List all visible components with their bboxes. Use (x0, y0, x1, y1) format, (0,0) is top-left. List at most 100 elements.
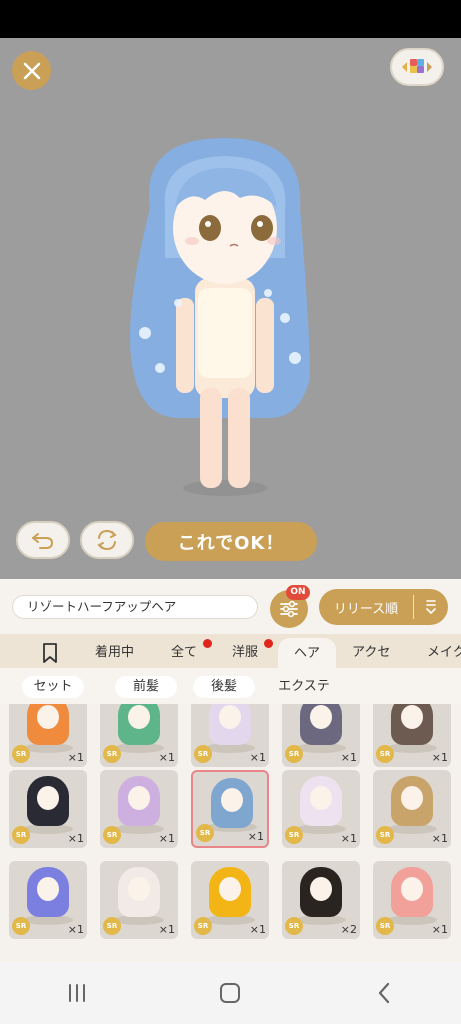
avatar-character (130, 138, 310, 496)
mannequin-face (310, 705, 332, 729)
category-tabs: 着用中 全て 洋服 ヘア アクセ メイク (0, 634, 461, 668)
palette-icon (402, 59, 432, 73)
sort-button[interactable]: リリース順 (319, 589, 448, 625)
mannequin-face (128, 705, 150, 729)
item-quantity: ×1 (431, 751, 448, 764)
sort-label: リリース順 (333, 601, 399, 617)
item-quantity: ×1 (340, 832, 357, 845)
subtab-set[interactable]: セット (22, 676, 84, 698)
mannequin-face (219, 705, 241, 729)
bookmark-icon (43, 643, 57, 663)
item-quantity: ×2 (340, 923, 357, 936)
tab-accessory[interactable]: アクセ (352, 634, 390, 668)
hair-item-tile[interactable]: SR ×1 (282, 704, 360, 767)
item-quantity: ×1 (67, 751, 84, 764)
mannequin-face (401, 786, 423, 810)
hair-item-tile[interactable]: SR ×1 (100, 770, 178, 848)
rarity-badge: SR (376, 917, 394, 935)
subtab-bangs[interactable]: 前髪 (115, 676, 177, 698)
item-panel: リゾートハーフアップヘア ON リリース順 着用中 全て 洋服 ヘア アクセ メ… (0, 579, 461, 962)
undo-icon (32, 533, 54, 549)
hair-item-tile[interactable]: SR ×1 (282, 770, 360, 848)
mannequin-face (37, 786, 59, 810)
tab-clothes[interactable]: 洋服 (232, 634, 258, 668)
item-quantity: ×1 (340, 751, 357, 764)
mannequin-face (37, 705, 59, 729)
rarity-badge: SR (12, 826, 30, 844)
home-button[interactable] (200, 973, 260, 1013)
tab-all[interactable]: 全て (171, 634, 197, 668)
hair-item-tile[interactable]: SR ×1 (373, 704, 451, 767)
recent-apps-button[interactable] (47, 973, 107, 1013)
tab-hair[interactable]: ヘア (278, 638, 336, 668)
rarity-badge: SR (194, 745, 212, 763)
sort-order-icon[interactable] (414, 598, 448, 616)
rarity-badge: SR (12, 745, 30, 763)
rarity-badge: SR (285, 826, 303, 844)
bookmark-tab[interactable] (40, 642, 60, 664)
hair-item-tile[interactable]: SR ×1 (373, 861, 451, 939)
hair-subtabs: セット 前髪 後髪 エクステ (0, 668, 461, 704)
hair-item-tile[interactable]: SR ×1 (100, 861, 178, 939)
item-quantity: ×1 (431, 923, 448, 936)
item-quantity: ×1 (249, 923, 266, 936)
filter-on-badge: ON (286, 585, 310, 600)
rarity-badge: SR (103, 917, 121, 935)
hair-item-tile[interactable]: SR ×2 (282, 861, 360, 939)
mannequin-face (128, 786, 150, 810)
back-button[interactable] (354, 973, 414, 1013)
rarity-badge: SR (103, 826, 121, 844)
status-bar (0, 0, 461, 38)
home-icon (220, 983, 241, 1003)
item-quantity: ×1 (67, 832, 84, 845)
hair-item-tile[interactable]: SR ×1 (373, 770, 451, 848)
hair-item-tile-selected[interactable]: SR ×1 (191, 770, 269, 848)
close-button[interactable] (12, 51, 51, 90)
tab-wearing[interactable]: 着用中 (95, 634, 134, 668)
item-quantity: ×1 (67, 923, 84, 936)
hair-item-tile[interactable]: SR ×1 (191, 704, 269, 767)
rarity-badge: SR (285, 745, 303, 763)
hair-item-tile[interactable]: SR ×1 (191, 861, 269, 939)
rarity-badge: SR (12, 917, 30, 935)
close-icon (23, 62, 40, 79)
item-quantity: ×1 (247, 830, 264, 843)
sliders-icon (280, 600, 298, 618)
subtab-back-hair[interactable]: 後髪 (193, 676, 255, 698)
rarity-badge: SR (194, 917, 212, 935)
rarity-badge: SR (196, 824, 214, 842)
tab-makeup[interactable]: メイク (427, 634, 461, 668)
undo-button[interactable] (16, 521, 70, 559)
item-grid: SR ×1 SR ×1 SR ×1 SR ×1 SR ×1 SR ×1 SR ×1 SR ×1 SR ×1 SR ×1… (0, 704, 461, 962)
search-row: リゾートハーフアップヘア ON リリース順 (0, 579, 461, 634)
recent-apps-icon (68, 984, 85, 1002)
confirm-ok-button[interactable]: これでOK！ (145, 522, 317, 561)
palette-button[interactable] (390, 48, 444, 86)
mannequin-face (401, 705, 423, 729)
rarity-badge: SR (103, 745, 121, 763)
mannequin-face (401, 877, 423, 901)
rotate-icon (97, 529, 117, 551)
item-quantity: ×1 (249, 751, 266, 764)
tab-clothes-notification-dot (264, 639, 273, 648)
hair-item-tile[interactable]: SR ×1 (9, 861, 87, 939)
mannequin-face (128, 877, 150, 901)
rarity-badge: SR (285, 917, 303, 935)
hair-item-tile[interactable]: SR ×1 (9, 770, 87, 848)
mannequin-face (310, 786, 332, 810)
item-name-field[interactable]: リゾートハーフアップヘア (12, 595, 258, 619)
item-quantity: ×1 (158, 832, 175, 845)
avatar-stage: これでOK！ (0, 38, 461, 579)
item-quantity: ×1 (158, 751, 175, 764)
mannequin-face (37, 877, 59, 901)
hair-item-tile[interactable]: SR ×1 (100, 704, 178, 767)
rarity-badge: SR (376, 826, 394, 844)
rotate-button[interactable] (80, 521, 134, 559)
tab-all-notification-dot (203, 639, 212, 648)
android-nav-bar (0, 962, 461, 1024)
mannequin-face (219, 877, 241, 901)
mannequin-face (221, 788, 243, 812)
hair-item-tile[interactable]: SR ×1 (9, 704, 87, 767)
subtab-extensions[interactable]: エクステ (272, 676, 336, 698)
rarity-badge: SR (376, 745, 394, 763)
